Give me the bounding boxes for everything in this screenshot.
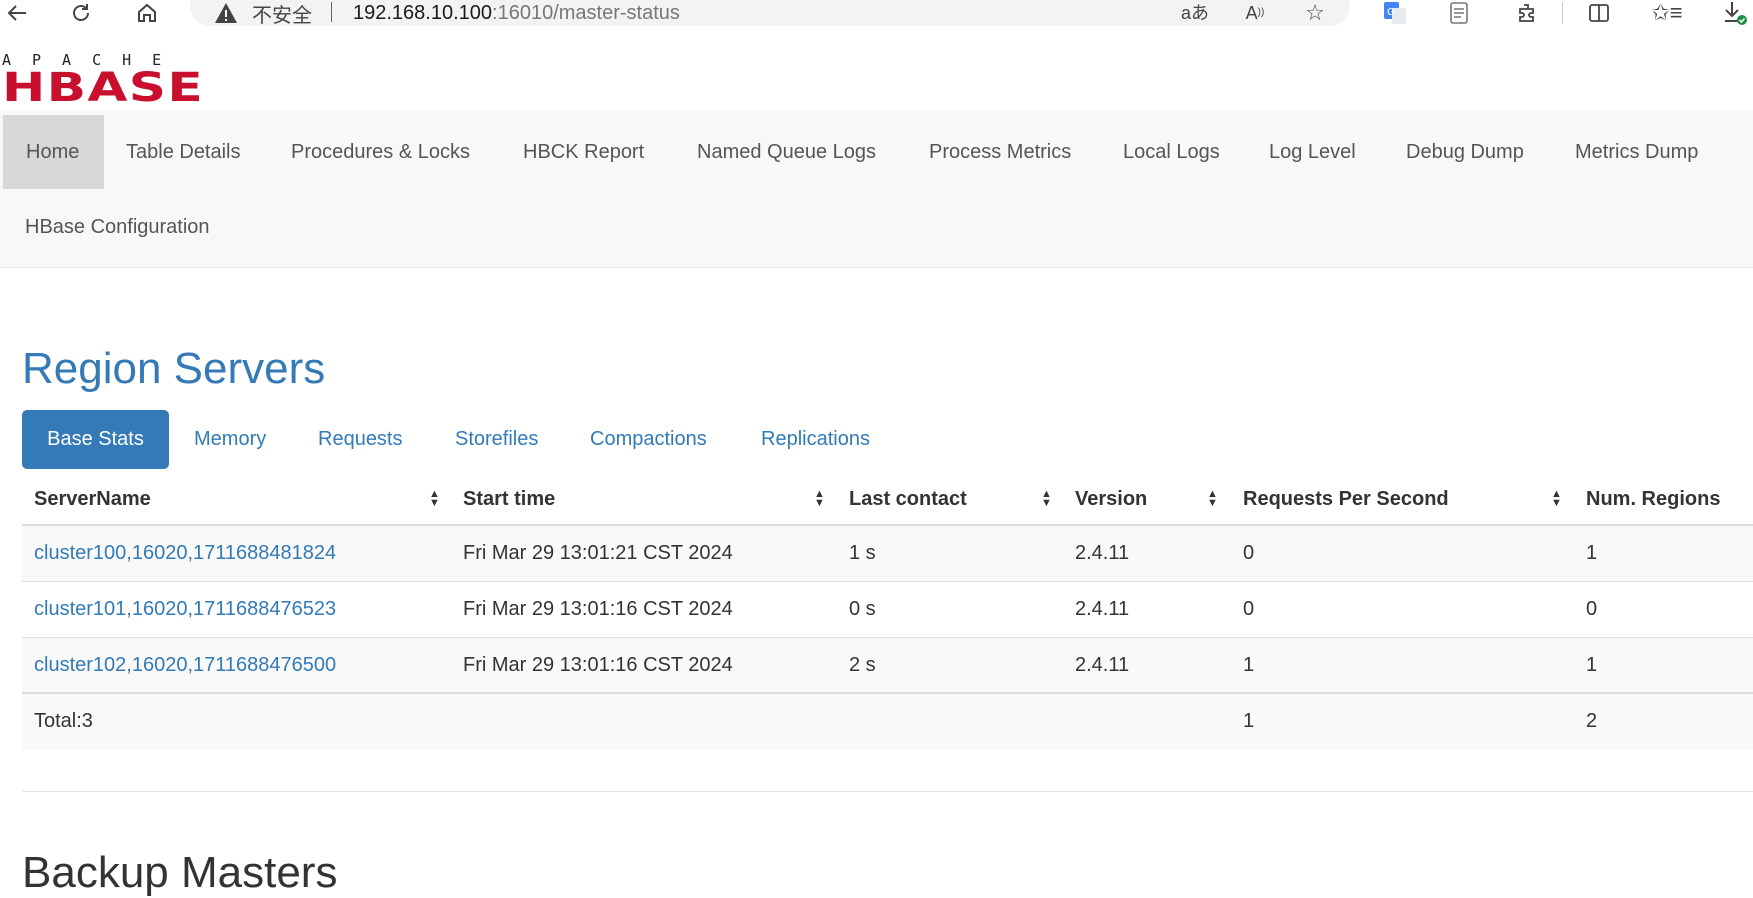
sort-icon[interactable]: ▲ ▼ (1551, 474, 1562, 524)
start-time-cell: Fri Mar 29 13:01:16 CST 2024 (463, 654, 733, 676)
column-header-last-contact[interactable]: Last contact (849, 474, 967, 524)
requests-per-second-cell: 0 (1243, 598, 1255, 620)
section-divider (22, 791, 1753, 792)
last-contact-cell: 1 s (849, 542, 876, 564)
version-cell: 2.4.11 (1075, 542, 1130, 564)
version-cell: 2.4.11 (1075, 598, 1130, 620)
last-contact-cell: 0 s (849, 598, 876, 620)
nav-process-metrics[interactable]: Process Metrics (906, 115, 1094, 189)
num-regions-cell: 1 (1586, 654, 1598, 676)
nav-local-logs[interactable]: Local Logs (1100, 115, 1243, 189)
tab-compactions[interactable]: Compactions (567, 410, 730, 469)
total-row: Total:3 1 2 (22, 694, 1753, 749)
num-regions-cell: 0 (1586, 598, 1598, 620)
sort-icon[interactable]: ▲ ▼ (1041, 474, 1052, 524)
server-name-link[interactable]: cluster100,16020,1711688481824 (34, 526, 336, 581)
requests-per-second-cell: 1 (1243, 654, 1255, 676)
version-cell: 2.4.11 (1075, 654, 1130, 676)
url-path: :16010/master-status (492, 1, 680, 24)
top-navbar: Home Table Details Procedures & Locks HB… (0, 110, 1753, 268)
server-name-link[interactable]: cluster102,16020,1711688476500 (34, 638, 336, 693)
column-header-servername[interactable]: ServerName (34, 474, 151, 524)
nav-hbck-report[interactable]: HBCK Report (500, 115, 667, 189)
requests-per-second-cell: 0 (1243, 542, 1255, 564)
table-row: cluster100,16020,1711688481824 Fri Mar 2… (22, 526, 1753, 581)
home-icon[interactable] (130, 0, 164, 26)
tab-base-stats[interactable]: Base Stats (22, 410, 169, 469)
tab-storefiles[interactable]: Storefiles (432, 410, 561, 469)
nav-log-level[interactable]: Log Level (1246, 115, 1379, 189)
start-time-cell: Fri Mar 29 13:01:21 CST 2024 (463, 542, 733, 564)
back-icon[interactable] (0, 0, 34, 26)
nav-table-details[interactable]: Table Details (103, 115, 264, 189)
server-name-link[interactable]: cluster101,16020,1711688476523 (34, 582, 336, 637)
svg-text:G: G (1387, 7, 1395, 18)
sort-icon[interactable]: ▲ ▼ (1207, 474, 1218, 524)
nav-metrics-dump[interactable]: Metrics Dump (1552, 115, 1721, 189)
tab-memory[interactable]: Memory (171, 410, 289, 469)
hbase-logo[interactable]: APACHE HBASE (2, 51, 206, 111)
column-header-requests-per-second[interactable]: Requests Per Second (1243, 474, 1449, 524)
google-translate-icon[interactable]: G (1378, 0, 1412, 26)
address-divider (331, 2, 332, 22)
nav-hbase-configuration[interactable]: HBase Configuration (2, 190, 233, 264)
table-row: cluster101,16020,1711688476523 Fri Mar 2… (22, 582, 1753, 637)
total-label: Total:3 (34, 710, 93, 732)
tab-replications[interactable]: Replications (738, 410, 893, 469)
nav-home[interactable]: Home (3, 115, 104, 189)
translate-icon[interactable]: aあ (1178, 0, 1212, 26)
nav-procedures-locks[interactable]: Procedures & Locks (268, 115, 493, 189)
column-header-version[interactable]: Version (1075, 474, 1147, 524)
warning-icon[interactable] (214, 0, 238, 26)
start-time-cell: Fri Mar 29 13:01:16 CST 2024 (463, 598, 733, 620)
region-servers-title: Region Servers (22, 344, 326, 393)
tab-requests[interactable]: Requests (295, 410, 426, 469)
split-screen-icon[interactable] (1582, 0, 1616, 26)
refresh-icon[interactable] (64, 0, 98, 26)
insecure-label[interactable]: 不安全 (252, 0, 312, 27)
table-row: cluster102,16020,1711688476500 Fri Mar 2… (22, 638, 1753, 693)
url-host: 192.168.10.100 (353, 1, 493, 24)
downloads-icon[interactable] (1718, 0, 1752, 26)
column-header-num-regions[interactable]: Num. Regions (1586, 474, 1720, 524)
last-contact-cell: 2 s (849, 654, 876, 676)
nav-named-queue-logs[interactable]: Named Queue Logs (674, 115, 899, 189)
toolbar-divider (1562, 2, 1563, 24)
logo-hbase-text: HBASE (2, 65, 204, 104)
total-regions-cell: 2 (1586, 710, 1598, 732)
favorite-star-icon[interactable]: ☆ (1298, 0, 1332, 26)
read-aloud-icon[interactable]: A)) (1238, 0, 1272, 26)
url-text[interactable]: 192.168.10.100:16010/master-status (353, 0, 680, 26)
sort-icon[interactable]: ▲ ▼ (814, 474, 825, 524)
reading-view-icon[interactable] (1442, 0, 1476, 26)
browser-toolbar: 不安全 192.168.10.100:16010/master-status a… (0, 0, 1753, 30)
total-requests-cell: 1 (1243, 710, 1255, 732)
sort-icon[interactable]: ▲ ▼ (429, 474, 440, 524)
num-regions-cell: 1 (1586, 542, 1598, 564)
column-header-start-time[interactable]: Start time (463, 474, 555, 524)
nav-debug-dump[interactable]: Debug Dump (1383, 115, 1547, 189)
extensions-icon[interactable] (1510, 0, 1544, 26)
favorites-icon[interactable]: ✩≡ (1650, 0, 1684, 26)
backup-masters-title: Backup Masters (22, 848, 338, 897)
